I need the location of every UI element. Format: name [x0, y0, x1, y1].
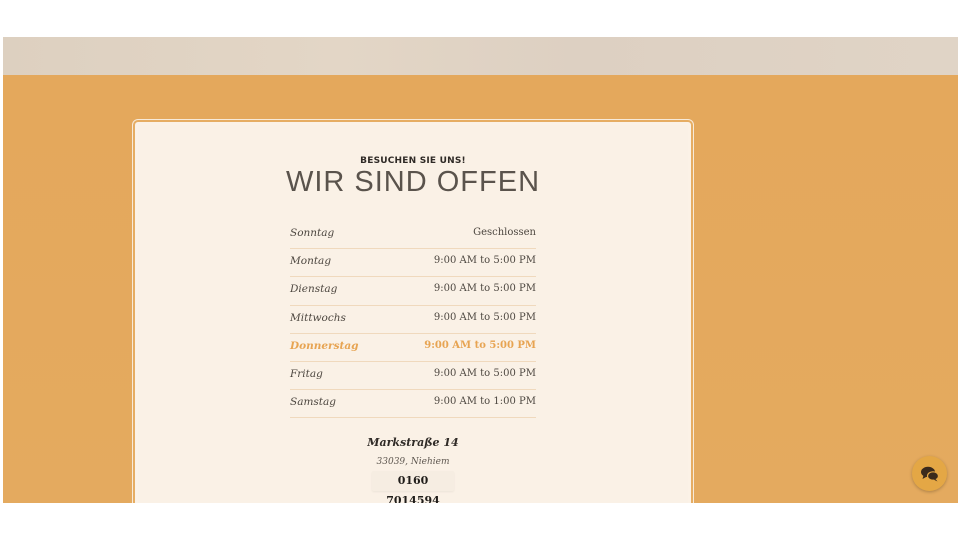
hours-row-wednesday: Mittwochs 9:00 AM to 5:00 PM: [290, 306, 536, 334]
chat-button[interactable]: [912, 456, 947, 491]
day-label: Montag: [290, 255, 332, 268]
day-label: Samstag: [290, 396, 336, 409]
day-label: Mittwochs: [290, 311, 346, 324]
day-label: Donnerstag: [290, 339, 359, 352]
time-label: 9:00 AM to 1:00 PM: [433, 396, 536, 408]
day-label: Fritag: [290, 367, 323, 380]
time-label: 9:00 AM to 5:00 PM: [433, 367, 536, 379]
opening-hours-list: Sonntag Geschlossen Montag 9:00 AM to 5:…: [290, 221, 536, 419]
time-label: 9:00 AM to 5:00 PM: [433, 311, 536, 323]
time-label: 9:00 AM to 5:00 PM: [433, 283, 536, 295]
header-image-strip: [3, 37, 958, 75]
hours-row-tuesday: Dienstag 9:00 AM to 5:00 PM: [290, 277, 536, 306]
chat-bubbles-icon: [920, 465, 940, 483]
hours-row-saturday: Samstag 9:00 AM to 1:00 PM: [290, 390, 536, 419]
day-label: Dienstag: [290, 283, 338, 296]
phone-number-link[interactable]: 0160 7014594: [372, 471, 454, 503]
hours-row-friday: Fritag 9:00 AM to 5:00 PM: [290, 362, 536, 391]
hours-row-monday: Montag 9:00 AM to 5:00 PM: [290, 249, 536, 278]
page-viewport: BESUCHEN SIE UNS! WIR SIND OFFEN Sonntag…: [3, 37, 958, 503]
address-city: 33039, Niehiem: [376, 457, 450, 467]
time-label: Geschlossen: [473, 227, 536, 238]
hours-row-sunday: Sonntag Geschlossen: [290, 221, 536, 250]
address-street: Markstraße 14: [367, 436, 459, 449]
time-label: 9:00 AM to 5:00 PM: [433, 255, 536, 267]
hours-row-thursday-today: Donnerstag 9:00 AM to 5:00 PM: [290, 334, 536, 362]
day-label: Sonntag: [290, 227, 335, 239]
section-eyebrow: BESUCHEN SIE UNS!: [360, 156, 466, 166]
section-heading: WIR SIND OFFEN: [285, 166, 541, 198]
time-label: 9:00 AM to 5:00 PM: [424, 339, 536, 351]
opening-hours-card: BESUCHEN SIE UNS! WIR SIND OFFEN Sonntag…: [135, 122, 691, 503]
